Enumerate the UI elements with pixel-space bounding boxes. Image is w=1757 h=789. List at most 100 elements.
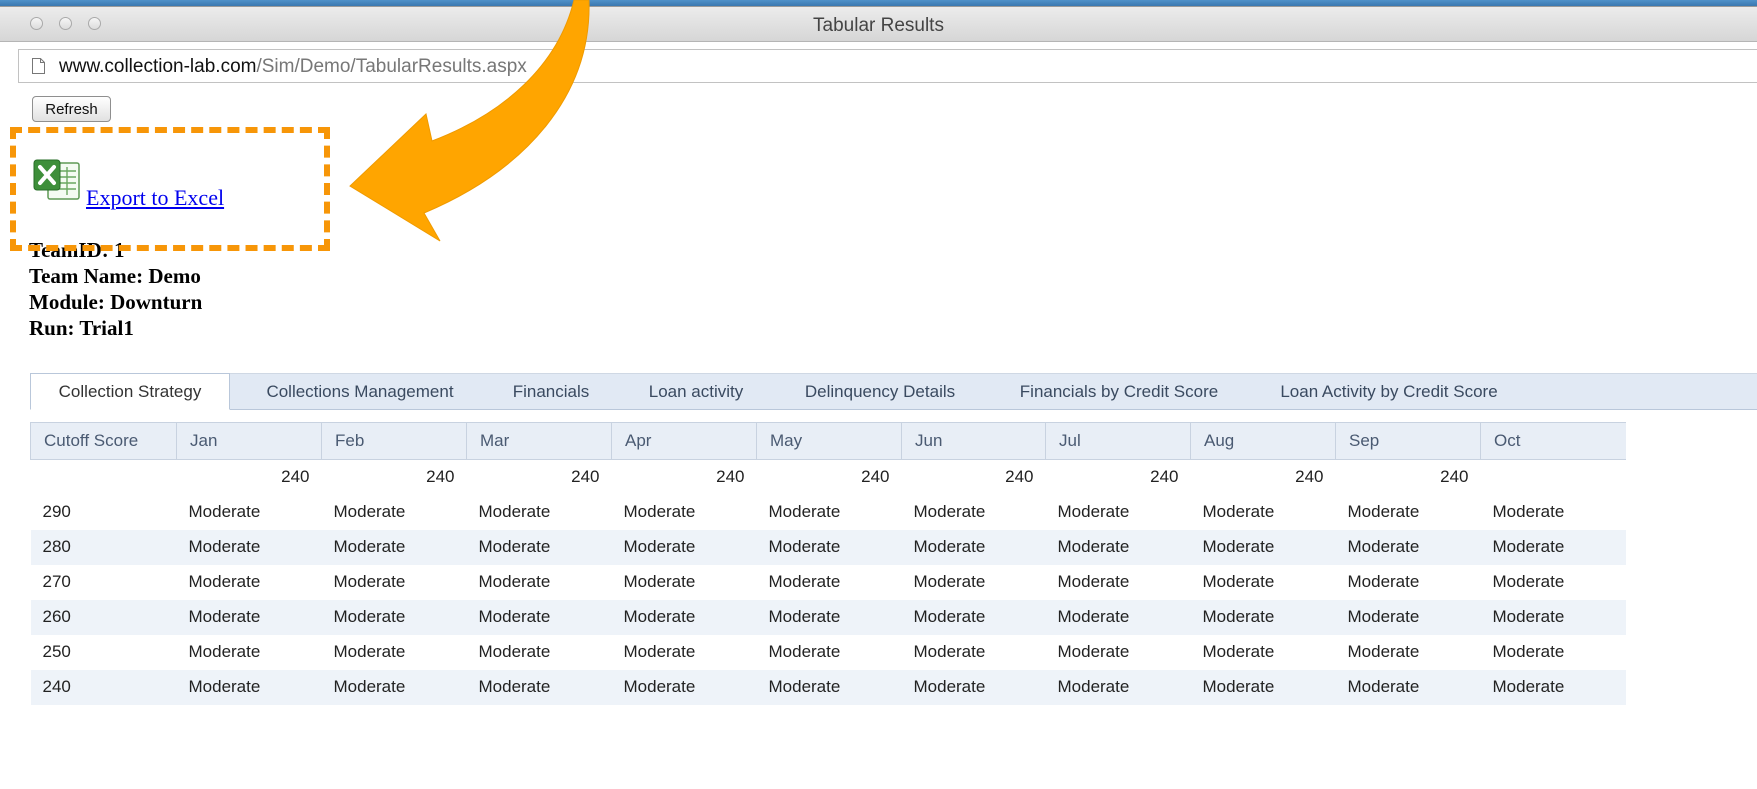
table-cell: 240 — [756, 459, 902, 495]
table-cell: 240 — [466, 459, 612, 495]
table-cell: Moderate — [176, 599, 322, 635]
table-cell: Moderate — [176, 494, 322, 530]
table-cell: 240 — [611, 459, 757, 495]
table-cell: Moderate — [756, 599, 902, 635]
column-header[interactable]: Jul — [1045, 422, 1191, 460]
tab-loan-activity[interactable]: Loan activity — [634, 374, 758, 410]
tab-loan-activity-by-credit-score[interactable]: Loan Activity by Credit Score — [1264, 374, 1514, 410]
table-cell: Moderate — [901, 529, 1046, 565]
address-bar[interactable]: www.collection-lab.com/Sim/Demo/TabularR… — [18, 49, 1757, 83]
column-header[interactable]: Jun — [901, 422, 1046, 460]
column-header[interactable]: Oct — [1480, 422, 1626, 460]
table-cell: Moderate — [176, 669, 322, 705]
table-cell: Moderate — [1335, 494, 1481, 530]
cutoff-row: 240 240 240 240 240 240 240 240 240 — [30, 459, 1626, 495]
table-cell: 240 — [1335, 459, 1481, 495]
table-row: 260 Moderate Moderate Moderate Moderate … — [30, 599, 1626, 635]
table-cell: Moderate — [901, 669, 1046, 705]
table-cell: Moderate — [321, 564, 467, 600]
table-cell: Moderate — [611, 494, 757, 530]
table-cell: Moderate — [756, 564, 902, 600]
table-cell: Moderate — [1335, 634, 1481, 670]
table-cell: Moderate — [466, 494, 612, 530]
table-cell: Moderate — [756, 494, 902, 530]
table-cell: Moderate — [176, 564, 322, 600]
table-cell: Moderate — [1045, 564, 1191, 600]
tab-delinquency-details[interactable]: Delinquency Details — [788, 374, 972, 410]
column-header[interactable]: May — [756, 422, 902, 460]
table-cell: 250 — [30, 634, 177, 670]
team-name-label: Team Name: Demo — [29, 264, 201, 288]
column-header[interactable]: Sep — [1335, 422, 1481, 460]
table-cell: 260 — [30, 599, 177, 635]
table-cell: Moderate — [1190, 529, 1336, 565]
table-cell: Moderate — [321, 599, 467, 635]
table-cell: Moderate — [901, 494, 1046, 530]
table-cell: Moderate — [611, 669, 757, 705]
table-cell: Moderate — [321, 669, 467, 705]
table-cell: Moderate — [901, 634, 1046, 670]
table-cell: Moderate — [321, 529, 467, 565]
table-header-row: Cutoff Score Jan Feb Mar Apr May Jun Jul… — [30, 422, 1626, 460]
table-cell: Moderate — [176, 529, 322, 565]
tab-financials-by-credit-score[interactable]: Financials by Credit Score — [1002, 374, 1236, 410]
tab-bar: Collection Strategy Collections Manageme… — [30, 373, 1757, 410]
column-header[interactable]: Feb — [321, 422, 467, 460]
table-cell: Moderate — [1190, 669, 1336, 705]
run-label: Run: Trial1 — [29, 316, 134, 340]
refresh-button[interactable]: Refresh — [32, 96, 111, 122]
column-header[interactable]: Cutoff Score — [30, 422, 177, 460]
table-cell: Moderate — [756, 669, 902, 705]
table-cell: Moderate — [1190, 634, 1336, 670]
callout-arrow — [349, 0, 590, 242]
table-cell: Moderate — [1480, 529, 1626, 565]
table-cell: Moderate — [1045, 669, 1191, 705]
column-header[interactable]: Jan — [176, 422, 322, 460]
url-host: www.collection-lab.com — [59, 56, 257, 77]
table-cell: Moderate — [1190, 564, 1336, 600]
table-cell: Moderate — [1480, 669, 1626, 705]
tab-collections-management[interactable]: Collections Management — [246, 374, 474, 410]
table-cell: Moderate — [466, 669, 612, 705]
table-cell: Moderate — [1045, 634, 1191, 670]
table-cell: Moderate — [1480, 494, 1626, 530]
table-cell: Moderate — [611, 599, 757, 635]
table-cell — [1480, 459, 1626, 495]
table-cell: Moderate — [321, 634, 467, 670]
table-cell: Moderate — [1335, 529, 1481, 565]
table-cell: Moderate — [756, 529, 902, 565]
table-cell: Moderate — [611, 529, 757, 565]
column-header[interactable]: Aug — [1190, 422, 1336, 460]
table-cell: Moderate — [466, 529, 612, 565]
tab-collection-strategy[interactable]: Collection Strategy — [30, 373, 230, 410]
table-cell: Moderate — [1335, 669, 1481, 705]
table-row: 280 Moderate Moderate Moderate Moderate … — [30, 529, 1626, 565]
column-header[interactable]: Apr — [611, 422, 757, 460]
table-cell: Moderate — [1480, 564, 1626, 600]
table-cell: Moderate — [466, 599, 612, 635]
table-cell: Moderate — [611, 564, 757, 600]
highlight-box — [10, 127, 330, 251]
table-row: 240 Moderate Moderate Moderate Moderate … — [30, 669, 1626, 705]
table-row: 290 Moderate Moderate Moderate Moderate … — [30, 494, 1626, 530]
table-row: 270 Moderate Moderate Moderate Moderate … — [30, 564, 1626, 600]
table-cell: Moderate — [321, 494, 467, 530]
table-cell: Moderate — [611, 634, 757, 670]
column-header[interactable]: Mar — [466, 422, 612, 460]
window-title: Tabular Results — [813, 15, 944, 36]
tab-financials[interactable]: Financials — [500, 374, 602, 410]
table-cell: 240 — [30, 669, 177, 705]
table-cell: Moderate — [1045, 599, 1191, 635]
table-cell: 240 — [901, 459, 1046, 495]
table-cell: 270 — [30, 564, 177, 600]
table-cell: Moderate — [1190, 494, 1336, 530]
table-cell: Moderate — [1335, 564, 1481, 600]
results-table: Cutoff Score Jan Feb Mar Apr May Jun Jul… — [30, 422, 1626, 705]
table-cell: Moderate — [756, 634, 902, 670]
table-cell: Moderate — [1480, 634, 1626, 670]
table-cell: Moderate — [901, 564, 1046, 600]
table-cell: 290 — [30, 494, 177, 530]
table-cell: Moderate — [1045, 494, 1191, 530]
table-cell: 280 — [30, 529, 177, 565]
table-cell: 240 — [1190, 459, 1336, 495]
